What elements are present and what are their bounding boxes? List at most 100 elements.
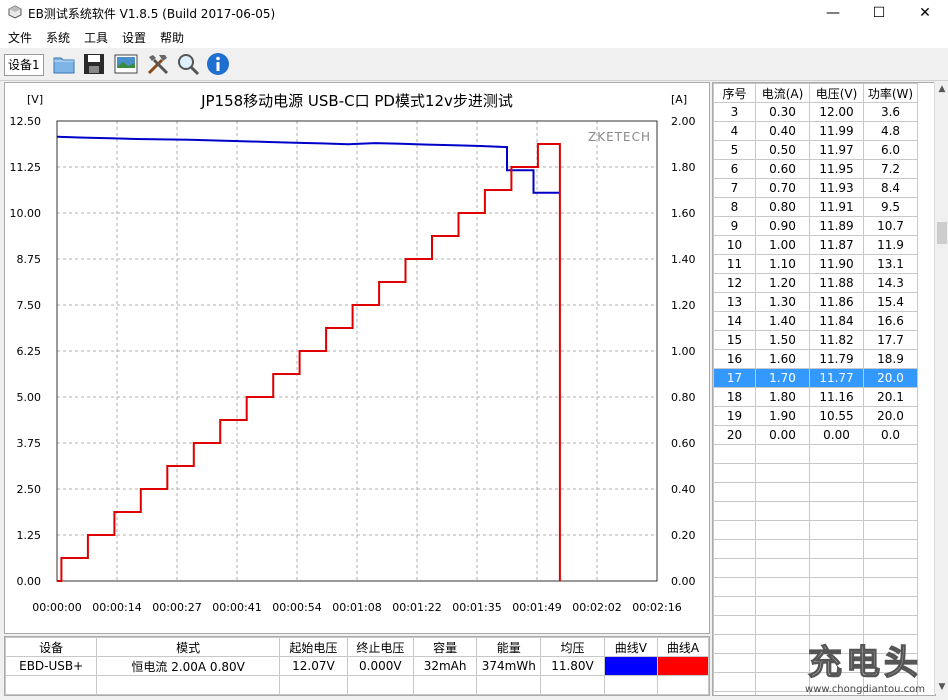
summary-cell: 12.07V xyxy=(278,656,348,676)
table-scrollbar[interactable]: ▲ ▼ xyxy=(934,82,948,694)
table-row[interactable]: 12 1.20 11.88 14.3 xyxy=(713,273,918,293)
table-cell: 3 xyxy=(713,102,756,122)
table-cell xyxy=(863,444,918,464)
table-cell: 20.0 xyxy=(863,368,918,388)
close-button[interactable]: ✕ xyxy=(902,0,948,26)
table-cell: 18.9 xyxy=(863,349,918,369)
menu-file[interactable]: 文件 xyxy=(8,29,32,46)
empty-table-row xyxy=(713,577,918,597)
table-cell: 0.50 xyxy=(755,140,810,160)
table-cell xyxy=(755,463,810,483)
x-tick-label: 00:01:35 xyxy=(452,601,501,614)
summary-header: 起始电压 xyxy=(278,637,348,657)
maximize-button[interactable]: ☐ xyxy=(856,0,902,26)
table-row[interactable]: 10 1.00 11.87 11.9 xyxy=(713,235,918,255)
table-cell xyxy=(863,520,918,540)
table-cell xyxy=(809,615,864,635)
device-tab[interactable]: 设备1 xyxy=(4,54,44,76)
minimize-button[interactable]: — xyxy=(810,0,856,26)
empty-table-row xyxy=(713,539,918,559)
image-icon[interactable] xyxy=(114,52,138,76)
table-row[interactable]: 13 1.30 11.86 15.4 xyxy=(713,292,918,312)
table-cell xyxy=(755,501,810,521)
x-tick-label: 00:02:16 xyxy=(632,601,681,614)
table-cell: 0.60 xyxy=(755,159,810,179)
table-cell: 20.0 xyxy=(863,406,918,426)
info-icon[interactable] xyxy=(206,52,230,76)
table-cell: 11.97 xyxy=(809,140,864,160)
table-cell: 1.20 xyxy=(755,273,810,293)
table-row[interactable]: 7 0.70 11.93 8.4 xyxy=(713,178,918,198)
empty-table-row xyxy=(713,596,918,616)
table-cell: 10 xyxy=(713,235,756,255)
menu-bar: 文件 系统 工具 设置 帮助 xyxy=(0,26,948,48)
table-cell xyxy=(755,558,810,578)
summary-row[interactable]: EBD-USB+ 恒电流 2.00A 0.80V 12.07V 0.000V 32mAh… xyxy=(4,656,710,676)
table-cell: 7 xyxy=(713,178,756,198)
table-cell: 11.99 xyxy=(809,121,864,141)
save-icon[interactable] xyxy=(82,52,106,76)
table-cell: 0.30 xyxy=(755,102,810,122)
scroll-up-icon[interactable]: ▲ xyxy=(935,82,948,96)
table-cell xyxy=(713,501,756,521)
watermark-url: www.chongdiantou.com xyxy=(805,684,925,695)
table-cell xyxy=(713,577,756,597)
table-row[interactable]: 11 1.10 11.90 13.1 xyxy=(713,254,918,274)
x-tick-label: 00:00:41 xyxy=(212,601,261,614)
table-cell xyxy=(809,558,864,578)
table-row[interactable]: 16 1.60 11.79 18.9 xyxy=(713,349,918,369)
table-row[interactable]: 6 0.60 11.95 7.2 xyxy=(713,159,918,179)
y-left-tick-label: 10.00 xyxy=(10,207,42,220)
table-cell: 11.87 xyxy=(809,235,864,255)
table-cell: 19 xyxy=(713,406,756,426)
column-header[interactable]: 电压(V) xyxy=(809,83,864,103)
column-header[interactable]: 电流(A) xyxy=(755,83,810,103)
folder-icon[interactable] xyxy=(52,52,76,76)
y-right-tick-label: 0.60 xyxy=(671,437,696,450)
table-row[interactable]: 17 1.70 11.77 20.0 xyxy=(713,368,918,388)
table-cell xyxy=(713,558,756,578)
summary-cell: 恒电流 2.00A 0.80V xyxy=(96,656,280,676)
table-row[interactable]: 3 0.30 12.00 3.6 xyxy=(713,102,918,122)
empty-table-row xyxy=(713,615,918,635)
table-cell: 11.84 xyxy=(809,311,864,331)
table-cell xyxy=(713,672,756,692)
table-row[interactable]: 19 1.90 10.55 20.0 xyxy=(713,406,918,426)
table-cell: 6 xyxy=(713,159,756,179)
summary-cell xyxy=(346,675,414,695)
chart: JP158移动电源 USB-C口 PD模式12v步进测试 [V] [A] ZKE… xyxy=(10,92,696,614)
table-cell: 17.7 xyxy=(863,330,918,350)
table-cell xyxy=(809,444,864,464)
menu-system[interactable]: 系统 xyxy=(46,29,70,46)
table-row[interactable]: 5 0.50 11.97 6.0 xyxy=(713,140,918,160)
table-row[interactable]: 4 0.40 11.99 4.8 xyxy=(713,121,918,141)
y-axis-left-label: [V] xyxy=(27,93,43,106)
empty-table-row xyxy=(713,558,918,578)
voltage-curve-swatch xyxy=(603,656,658,676)
summary-cell xyxy=(278,675,348,695)
table-row[interactable]: 9 0.90 11.89 10.7 xyxy=(713,216,918,236)
chart-title: JP158移动电源 USB-C口 PD模式12v步进测试 xyxy=(200,92,513,110)
table-row[interactable]: 14 1.40 11.84 16.6 xyxy=(713,311,918,331)
data-table: 序号 电流(A) 电压(V) 功率(W) 3 0.30 12.00 3.6 4 0.40 11.9… xyxy=(713,83,918,695)
menu-settings[interactable]: 设置 xyxy=(122,29,146,46)
table-row[interactable]: 15 1.50 11.82 17.7 xyxy=(713,330,918,350)
scroll-thumb[interactable] xyxy=(937,222,947,244)
zoom-icon[interactable] xyxy=(176,52,200,76)
summary-cell: 32mAh xyxy=(412,656,478,676)
summary-cell xyxy=(476,675,542,695)
table-cell: 20.1 xyxy=(863,387,918,407)
table-cell: 9.5 xyxy=(863,197,918,217)
tools-icon[interactable] xyxy=(146,52,170,76)
table-row[interactable]: 20 0.00 0.00 0.0 xyxy=(713,425,918,445)
menu-help[interactable]: 帮助 xyxy=(160,29,184,46)
table-row[interactable]: 8 0.80 11.91 9.5 xyxy=(713,197,918,217)
table-cell: 16 xyxy=(713,349,756,369)
summary-cell xyxy=(540,675,605,695)
column-header[interactable]: 序号 xyxy=(713,83,756,103)
column-header[interactable]: 功率(W) xyxy=(863,83,918,103)
menu-tools[interactable]: 工具 xyxy=(84,29,108,46)
table-cell: 7.2 xyxy=(863,159,918,179)
table-row[interactable]: 18 1.80 11.16 20.1 xyxy=(713,387,918,407)
table-cell xyxy=(713,596,756,616)
